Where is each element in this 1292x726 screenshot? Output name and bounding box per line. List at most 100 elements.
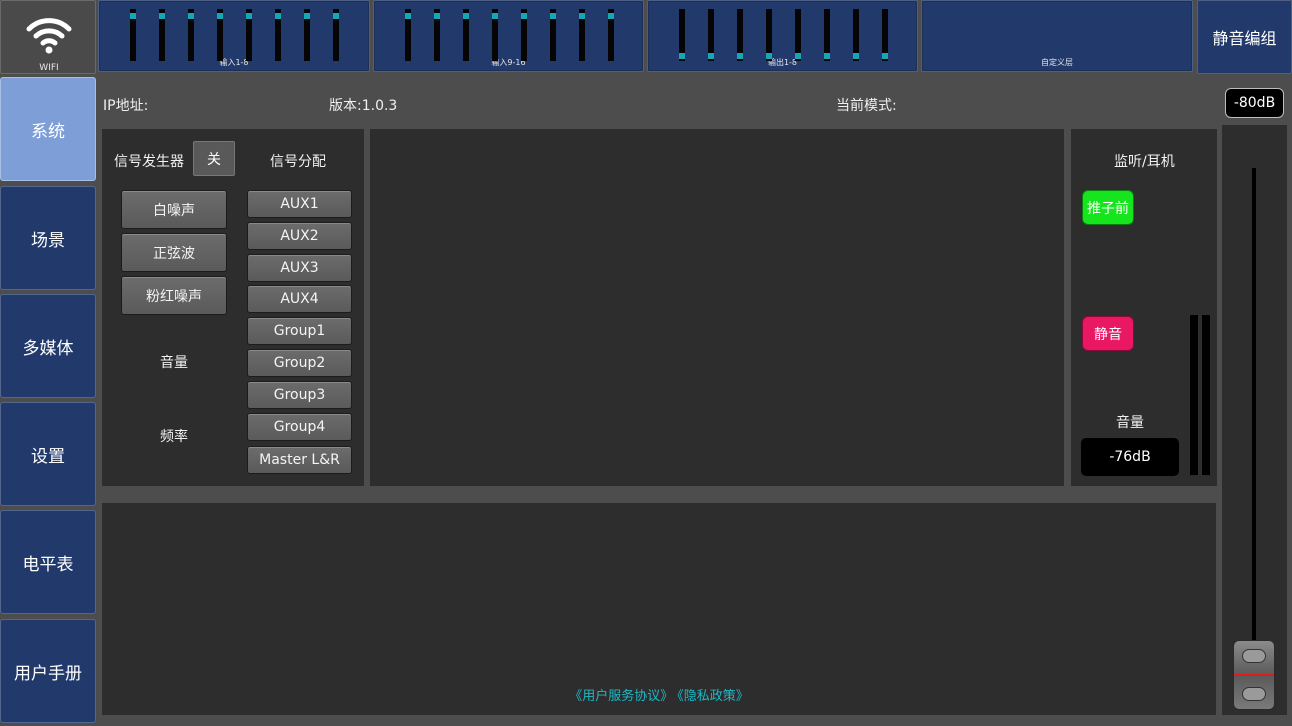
- master-db-display: -80dB: [1225, 88, 1284, 118]
- channel-strip: [766, 9, 772, 61]
- channel-strip: [434, 9, 440, 61]
- channel-marker: [550, 13, 556, 19]
- channel-strip: [246, 9, 252, 61]
- output-1-8-meter-panel[interactable]: 输出1-8: [647, 0, 918, 72]
- channel-strip: [217, 9, 223, 61]
- channel-strip: [824, 9, 830, 61]
- fader-indicator-line: [1234, 674, 1274, 676]
- channel-strip: [795, 9, 801, 61]
- panel-caption: 输入9-16: [491, 58, 526, 67]
- monitor-title: 监听/耳机: [1114, 154, 1175, 170]
- channel-marker: [521, 13, 527, 19]
- channel-marker: [737, 53, 743, 59]
- nav-user-manual[interactable]: 用户手册: [0, 619, 96, 723]
- channel-marker: [130, 13, 136, 19]
- user-agreement-link[interactable]: 《用户服务协议》: [569, 689, 673, 704]
- channel-marker: [679, 53, 685, 59]
- route-aux3-button[interactable]: AUX3: [247, 254, 352, 282]
- channel-marker: [882, 53, 888, 59]
- route-aux1-button[interactable]: AUX1: [247, 190, 352, 218]
- input-9-16-meter-panel[interactable]: 输入9-16: [373, 0, 644, 72]
- footer-links: 《用户服务协议》 《隐私政策》: [102, 685, 1216, 704]
- channel-strip: [130, 9, 136, 61]
- content-panel: [370, 129, 1064, 486]
- channel-strip: [882, 9, 888, 61]
- channel-marker: [463, 13, 469, 19]
- custom-layer-panel[interactable]: 自定义层: [921, 0, 1193, 72]
- signal-routing-label: 信号分配: [270, 154, 326, 170]
- channel-marker: [824, 53, 830, 59]
- channel-marker: [188, 13, 194, 19]
- channel-strip: [405, 9, 411, 61]
- channel-strip: [463, 9, 469, 61]
- monitor-volume-label: 音量: [1116, 415, 1144, 431]
- channel-strip: [492, 9, 498, 61]
- channel-strip: [853, 9, 859, 61]
- current-mode-label: 当前模式:: [836, 98, 897, 114]
- channel-strip: [550, 9, 556, 61]
- generator-volume-label: 音量: [160, 355, 188, 371]
- mute-group-button[interactable]: 静音编组: [1197, 0, 1292, 74]
- channel-marker: [795, 53, 801, 59]
- channel-marker: [304, 13, 310, 19]
- fader-grip: [1242, 687, 1266, 701]
- route-group3-button[interactable]: Group3: [247, 381, 352, 409]
- channel-strip: [737, 9, 743, 61]
- panel-caption: 输出1-8: [767, 58, 798, 67]
- channel-marker: [853, 53, 859, 59]
- channel-strip: [521, 9, 527, 61]
- master-fader-knob[interactable]: [1233, 640, 1275, 710]
- wifi-label: WIFI: [39, 63, 59, 73]
- panel-caption: 输入1-8: [219, 58, 249, 67]
- generator-frequency-label: 频率: [160, 429, 188, 445]
- channel-strip: [579, 9, 585, 61]
- wifi-icon: [26, 18, 72, 54]
- white-noise-button[interactable]: 白噪声: [121, 190, 227, 229]
- privacy-policy-link[interactable]: 《隐私政策》: [677, 689, 749, 704]
- nav-level-meter[interactable]: 电平表: [0, 510, 96, 614]
- panel-caption: 自定义层: [1041, 58, 1073, 67]
- fader-grip: [1242, 649, 1266, 663]
- channel-strip: [304, 9, 310, 61]
- channel-marker: [333, 13, 339, 19]
- monitor-mute-button[interactable]: 静音: [1082, 316, 1134, 351]
- bottom-panel: [102, 503, 1216, 715]
- nav-settings[interactable]: 设置: [0, 402, 96, 506]
- channel-strip: [159, 9, 165, 61]
- route-aux2-button[interactable]: AUX2: [247, 222, 352, 250]
- route-group4-button[interactable]: Group4: [247, 413, 352, 441]
- route-master-lr-button[interactable]: Master L&R: [247, 446, 352, 474]
- channel-marker: [275, 13, 281, 19]
- channel-marker: [579, 13, 585, 19]
- channel-strip: [188, 9, 194, 61]
- channel-marker: [405, 13, 411, 19]
- route-aux4-button[interactable]: AUX4: [247, 285, 352, 313]
- route-group2-button[interactable]: Group2: [247, 349, 352, 377]
- route-group1-button[interactable]: Group1: [247, 317, 352, 345]
- nav-scene[interactable]: 场景: [0, 186, 96, 290]
- monitor-level-meter-left: [1190, 315, 1198, 475]
- channel-strip: [679, 9, 685, 61]
- prefader-button[interactable]: 推子前: [1082, 190, 1134, 225]
- channel-strip: [608, 9, 614, 61]
- channel-marker: [608, 13, 614, 19]
- pink-noise-button[interactable]: 粉红噪声: [121, 276, 227, 315]
- channel-marker: [492, 13, 498, 19]
- channel-marker: [708, 53, 714, 59]
- channel-marker: [246, 13, 252, 19]
- channel-marker: [217, 13, 223, 19]
- sine-wave-button[interactable]: 正弦波: [121, 233, 227, 272]
- channel-strip: [275, 9, 281, 61]
- signal-generator-toggle[interactable]: 关: [193, 141, 235, 176]
- input-1-8-meter-panel[interactable]: 输入1-8: [98, 0, 370, 72]
- channel-marker: [766, 53, 772, 59]
- monitor-volume-display: -76dB: [1081, 438, 1179, 476]
- version-label: 版本:1.0.3: [329, 98, 398, 114]
- channel-marker: [159, 13, 165, 19]
- channel-marker: [434, 13, 440, 19]
- master-fader-track[interactable]: [1252, 168, 1256, 678]
- nav-system[interactable]: 系统: [0, 77, 96, 181]
- channel-strip: [333, 9, 339, 61]
- nav-multimedia[interactable]: 多媒体: [0, 294, 96, 398]
- wifi-button[interactable]: WIFI: [0, 0, 96, 74]
